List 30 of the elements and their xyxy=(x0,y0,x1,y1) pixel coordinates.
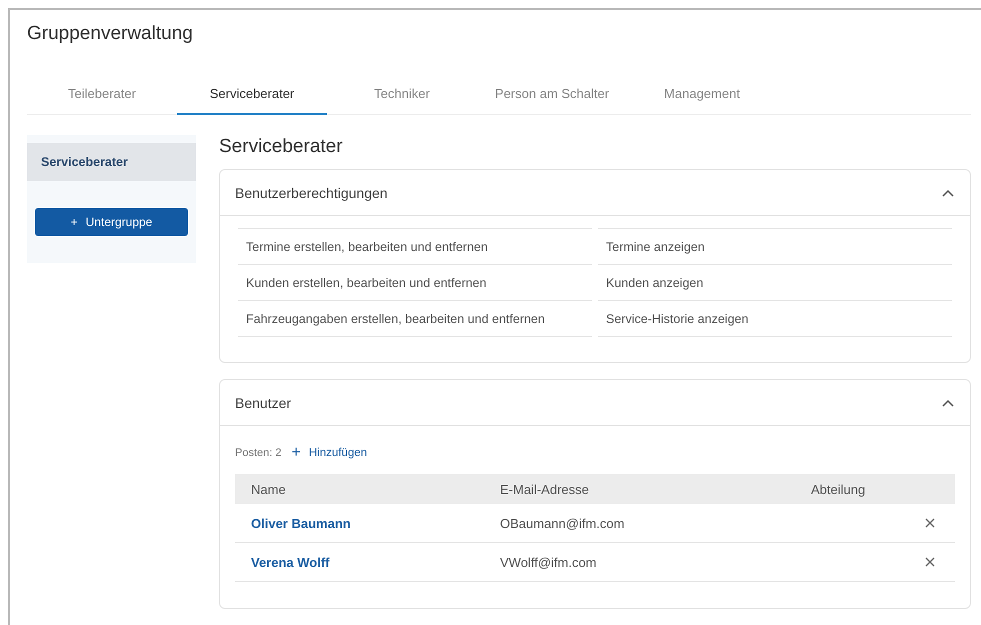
column-header: Abteilung xyxy=(810,482,866,496)
user-name-link[interactable]: Verena Wolff xyxy=(235,554,484,570)
permission-item: Termine anzeigen xyxy=(598,228,952,264)
chevron-up-icon[interactable] xyxy=(942,398,954,406)
table-cell-text: OBaumann@ifm.com xyxy=(499,516,626,530)
tab[interactable]: Teileberater xyxy=(27,80,177,115)
card-title: Benutzerberechtigungen xyxy=(235,184,388,200)
add-link[interactable]: + Hinzufügen xyxy=(291,444,368,462)
permission-item: Termine erstellen, bearbeiten und entfernen xyxy=(238,228,592,264)
table-cell-text: VWolff@ifm.com xyxy=(499,554,598,570)
item-count: Posten: 2 xyxy=(235,447,282,459)
chevron-up-icon[interactable] xyxy=(942,188,954,196)
user-name-link[interactable]: Oliver Baumann xyxy=(235,516,484,530)
tab[interactable]: Management xyxy=(627,80,777,115)
page-title: Gruppenverwaltung xyxy=(27,23,194,46)
close-icon[interactable] xyxy=(925,557,935,567)
section-heading: Serviceberater xyxy=(219,135,344,159)
tab[interactable]: Serviceberater xyxy=(177,80,327,115)
tab[interactable]: Person am Schalter xyxy=(477,80,627,115)
sidebar-item[interactable]: Serviceberater xyxy=(27,143,196,181)
tab[interactable]: Techniker xyxy=(327,80,477,115)
add-subgroup-button[interactable]: + Untergruppe xyxy=(35,208,188,236)
permission-item: Kunden erstellen, bearbeiten und entfernen xyxy=(238,264,592,300)
close-icon[interactable] xyxy=(925,518,935,528)
card-title: Benutzer xyxy=(235,394,292,410)
permission-item: Service-Historie anzeigen xyxy=(598,300,952,337)
permission-item: Fahrzeugangaben erstellen, bearbeiten und entfernen xyxy=(238,300,592,337)
column-header: Name xyxy=(250,482,287,496)
permission-item: Kunden anzeigen xyxy=(598,264,952,300)
column-header: E-Mail-Adresse xyxy=(499,482,590,496)
